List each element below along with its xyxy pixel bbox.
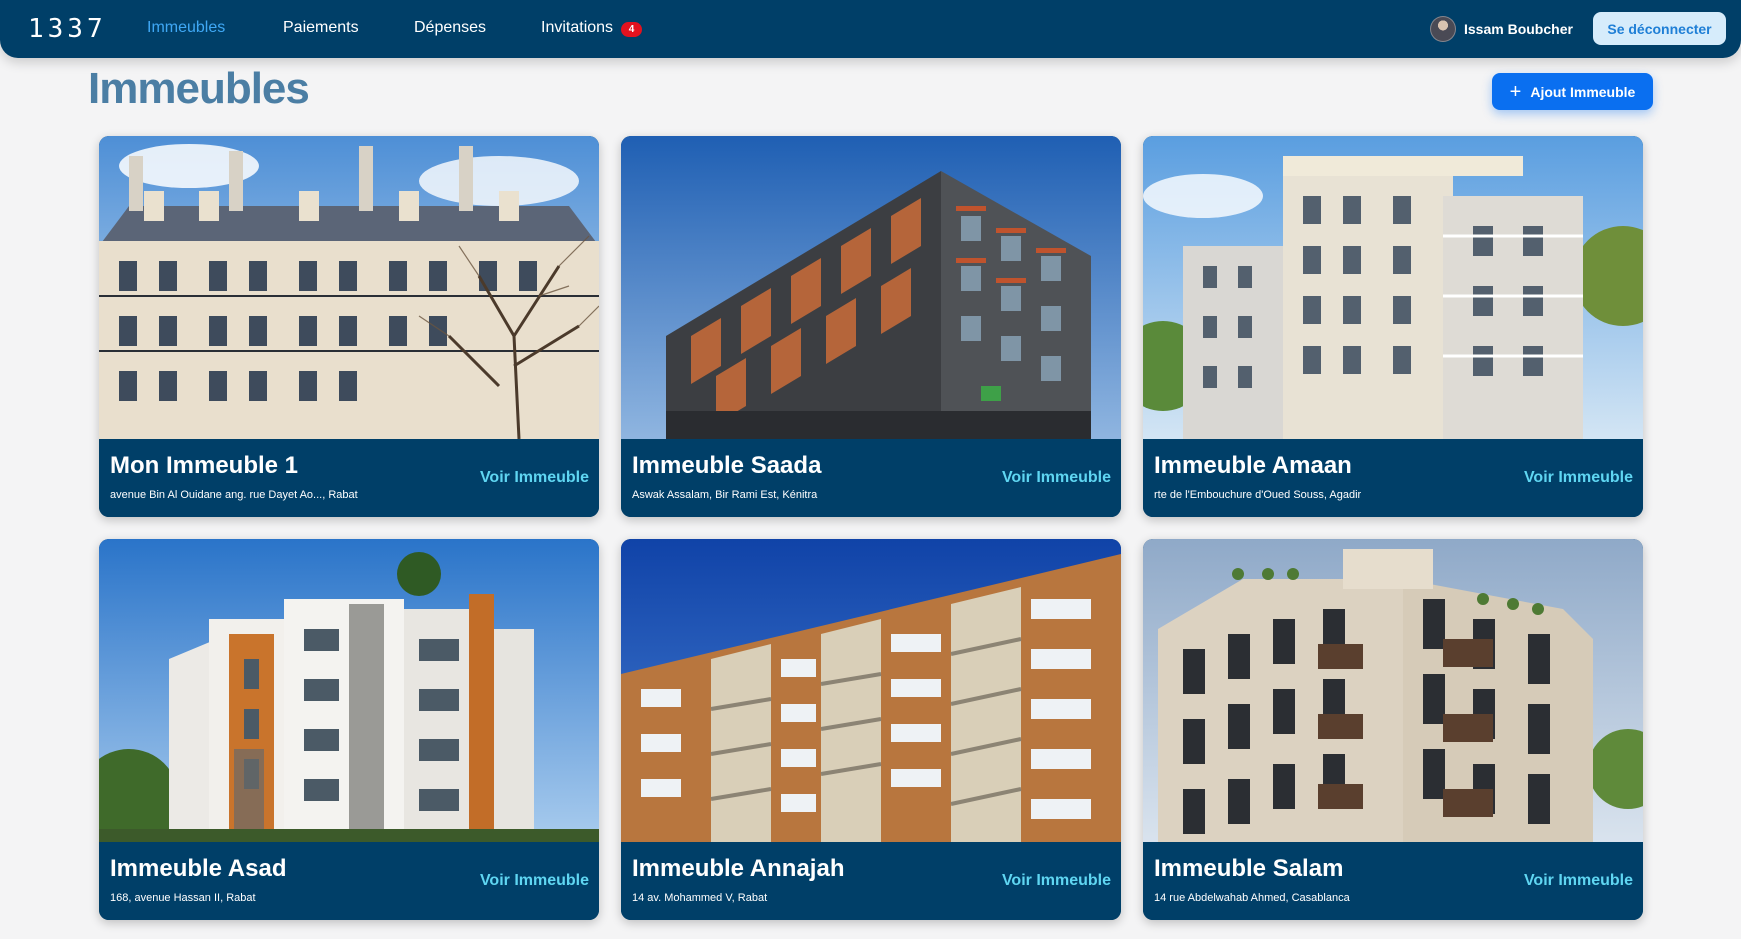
plus-icon: + <box>1509 80 1522 103</box>
building-photo <box>99 136 599 439</box>
building-photo <box>621 539 1121 842</box>
building-name: Immeuble Amaan <box>1154 452 1352 479</box>
building-card[interactable]: Immeuble Salam 14 rue Abdelwahab Ahmed, … <box>1143 539 1643 920</box>
building-photo <box>1143 539 1643 842</box>
card-footer: Immeuble Asad 168, avenue Hassan II, Rab… <box>99 842 599 920</box>
view-building-link[interactable]: Voir Immeuble <box>480 872 589 890</box>
card-footer: Immeuble Salam 14 rue Abdelwahab Ahmed, … <box>1143 842 1643 920</box>
building-photo <box>621 136 1121 439</box>
building-card[interactable]: Immeuble Saada Aswak Assalam, Bir Rami E… <box>621 136 1121 517</box>
building-card[interactable]: Immeuble Asad 168, avenue Hassan II, Rab… <box>99 539 599 920</box>
card-footer: Mon Immeuble 1 avenue Bin Al Ouidane ang… <box>99 439 599 517</box>
logo[interactable]: 1337 <box>28 14 107 44</box>
building-address: 168, avenue Hassan II, Rabat <box>110 892 256 904</box>
page-title: Immeubles <box>88 64 310 113</box>
logo-text: 1337 <box>28 14 107 44</box>
view-building-link[interactable]: Voir Immeuble <box>1524 469 1633 487</box>
building-address: 14 rue Abdelwahab Ahmed, Casablanca <box>1154 892 1350 904</box>
building-address: Aswak Assalam, Bir Rami Est, Kénitra <box>632 489 818 501</box>
add-building-label: Ajout Immeuble <box>1530 83 1636 100</box>
building-photo <box>99 539 599 842</box>
building-name: Mon Immeuble 1 <box>110 452 299 479</box>
building-photo <box>1143 136 1643 439</box>
nav-item-depenses[interactable]: Dépenses <box>414 19 486 37</box>
view-building-link[interactable]: Voir Immeuble <box>1002 469 1111 487</box>
avatar <box>1430 16 1456 42</box>
logout-button[interactable]: Se déconnecter <box>1593 12 1726 45</box>
building-card[interactable]: Immeuble Annajah 14 av. Mohammed V, Raba… <box>621 539 1121 920</box>
top-navbar: 1337 Immeubles Paiements Dépenses Invita… <box>0 0 1741 58</box>
nav-item-paiements[interactable]: Paiements <box>283 19 359 37</box>
building-name: Immeuble Saada <box>632 452 822 479</box>
card-footer: Immeuble Amaan rte de l'Embouchure d'Oue… <box>1143 439 1643 517</box>
add-building-button[interactable]: + Ajout Immeuble <box>1492 73 1653 110</box>
building-address: rte de l'Embouchure d'Oued Souss, Agadir <box>1154 489 1362 501</box>
building-name: Immeuble Asad <box>110 855 287 882</box>
invitations-count-badge: 4 <box>621 22 642 37</box>
card-footer: Immeuble Annajah 14 av. Mohammed V, Raba… <box>621 842 1121 920</box>
view-building-link[interactable]: Voir Immeuble <box>480 469 589 487</box>
nav-item-invitations[interactable]: Invitations <box>541 19 613 37</box>
building-name: Immeuble Salam <box>1154 855 1344 882</box>
view-building-link[interactable]: Voir Immeuble <box>1002 872 1111 890</box>
building-name: Immeuble Annajah <box>632 855 845 882</box>
building-address: avenue Bin Al Ouidane ang. rue Dayet Ao.… <box>110 489 358 501</box>
building-card[interactable]: Mon Immeuble 1 avenue Bin Al Ouidane ang… <box>99 136 599 517</box>
card-footer: Immeuble Saada Aswak Assalam, Bir Rami E… <box>621 439 1121 517</box>
building-address: 14 av. Mohammed V, Rabat <box>632 892 768 904</box>
view-building-link[interactable]: Voir Immeuble <box>1524 872 1633 890</box>
nav-item-immeubles[interactable]: Immeubles <box>147 19 225 37</box>
user-profile[interactable]: Issam Boubcher <box>1430 16 1573 42</box>
user-name: Issam Boubcher <box>1464 21 1573 37</box>
building-card[interactable]: Immeuble Amaan rte de l'Embouchure d'Oue… <box>1143 136 1643 517</box>
